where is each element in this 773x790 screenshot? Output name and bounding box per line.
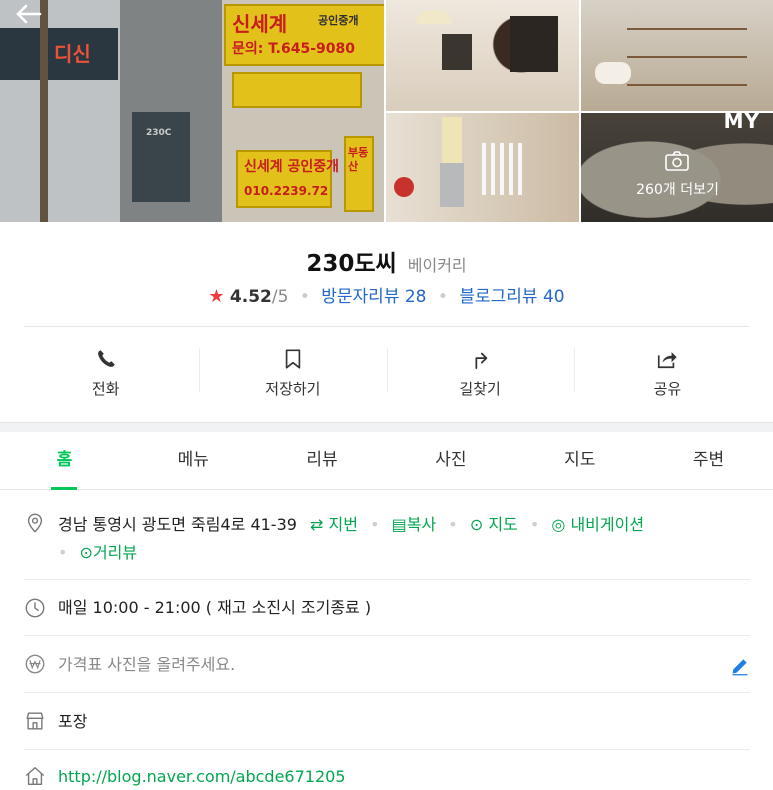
address-text: 경남 통영시 광도면 죽림4로 41-39 bbox=[58, 515, 297, 534]
divider bbox=[24, 326, 749, 327]
rating-max: /5 bbox=[271, 287, 289, 307]
navigation-link[interactable]: ◎ 내비게이션 bbox=[551, 515, 644, 534]
wall-frame bbox=[442, 34, 472, 70]
hours-row[interactable]: 매일 10:00 - 21:00 ( 재고 소진시 조기종료 ) bbox=[24, 580, 750, 636]
hanging-utensils bbox=[482, 143, 522, 195]
storefront-photo[interactable]: 디신 230C 신세계 공인중개 문의: T.645-9080 신세계 공인중개… bbox=[0, 0, 384, 222]
back-arrow-icon[interactable] bbox=[14, 2, 44, 26]
map-pin-icon: ⊙ bbox=[469, 515, 484, 534]
copy-label: 복사 bbox=[406, 515, 437, 534]
address-row: 경남 통영시 광도면 죽림4로 41-39 ⇄ 지번 • ▤복사 • ⊙ 지도 … bbox=[24, 491, 750, 580]
call-label: 전화 bbox=[91, 379, 120, 398]
photo-gallery[interactable]: 디신 230C 신세계 공인중개 문의: T.645-9080 신세계 공인중개… bbox=[0, 0, 773, 224]
shelf bbox=[627, 56, 747, 58]
action-bar: 전화 저장하기 길찾기 공유 bbox=[12, 340, 761, 406]
save-button[interactable]: 저장하기 bbox=[199, 340, 386, 406]
hours-text: 매일 10:00 - 21:00 ( 재고 소진시 조기종료 ) bbox=[58, 598, 372, 617]
phone-icon bbox=[97, 349, 115, 367]
home-icon bbox=[25, 767, 45, 785]
service-row: 포장 bbox=[24, 693, 750, 750]
location-pin-icon bbox=[27, 513, 43, 533]
rating-row: ★ 4.52/5 • 방문자리뷰 28 • 블로그리뷰 40 bbox=[0, 282, 773, 307]
edit-pencil-icon[interactable] bbox=[730, 656, 750, 676]
tab-photos[interactable]: 사진 bbox=[386, 432, 515, 489]
more-photos-label[interactable]: 260개 더보기 bbox=[581, 179, 773, 199]
visitor-reviews-link[interactable]: 방문자리뷰 28 bbox=[321, 287, 426, 307]
camera-icon bbox=[665, 151, 689, 171]
lot-number-label: 지번 bbox=[328, 515, 358, 534]
share-label: 공유 bbox=[653, 379, 682, 398]
shelf bbox=[627, 84, 747, 86]
bread bbox=[595, 62, 631, 84]
utensil-holder bbox=[440, 163, 464, 207]
photo-thumb-interior[interactable] bbox=[386, 0, 579, 111]
flower bbox=[394, 177, 414, 197]
swap-icon: ⇄ bbox=[310, 515, 324, 534]
separator-dot: • bbox=[437, 287, 448, 307]
price-row[interactable]: 가격표 사진을 올려주세요. bbox=[24, 636, 750, 693]
call-button[interactable]: 전화 bbox=[12, 340, 199, 406]
photo-shade bbox=[0, 0, 384, 222]
my-button[interactable]: MY bbox=[724, 113, 760, 133]
save-label: 저장하기 bbox=[265, 379, 321, 398]
clock-icon bbox=[25, 598, 45, 618]
wall-frame-large bbox=[510, 16, 558, 72]
street-view-link[interactable]: ⊙거리뷰 bbox=[80, 543, 138, 562]
won-currency-icon bbox=[25, 654, 45, 674]
homepage-link[interactable]: http://blog.naver.com/abcde671205 bbox=[58, 750, 750, 790]
lot-number-link[interactable]: ⇄ 지번 bbox=[310, 515, 358, 534]
tab-reviews[interactable]: 리뷰 bbox=[258, 432, 387, 489]
directions-label: 길찾기 bbox=[459, 379, 501, 398]
place-category: 베이커리 bbox=[407, 256, 467, 275]
separator-dot: • bbox=[529, 515, 540, 534]
navigation-label: 내비게이션 bbox=[570, 515, 645, 534]
navigation-icon: ◎ bbox=[551, 515, 566, 534]
bookmark-icon bbox=[285, 348, 301, 369]
lamp bbox=[416, 10, 452, 24]
shelf bbox=[627, 28, 747, 30]
separator-dot: • bbox=[370, 515, 380, 534]
separator-dot: • bbox=[58, 543, 68, 562]
service-text: 포장 bbox=[58, 712, 88, 731]
directions-button[interactable]: 길찾기 bbox=[386, 340, 574, 406]
blog-reviews-link[interactable]: 블로그리뷰 40 bbox=[459, 287, 564, 307]
rating-score: 4.52 bbox=[229, 287, 272, 307]
place-name: 230도씨 bbox=[306, 251, 397, 277]
section-gap bbox=[0, 422, 773, 432]
tab-bar: 홈 메뉴 리뷰 사진 지도 주변 bbox=[0, 432, 773, 490]
price-placeholder: 가격표 사진을 올려주세요. bbox=[58, 655, 236, 674]
photo-thumb-utensils[interactable] bbox=[386, 113, 579, 224]
street-view-label: 거리뷰 bbox=[92, 543, 138, 562]
share-icon bbox=[658, 351, 677, 368]
separator-dot: • bbox=[299, 287, 310, 307]
place-info: 경남 통영시 광도면 죽림4로 41-39 ⇄ 지번 • ▤복사 • ⊙ 지도 … bbox=[24, 491, 750, 790]
photo-thumb-more[interactable]: 260개 더보기 MY bbox=[581, 113, 773, 224]
store-icon bbox=[26, 712, 44, 730]
tab-map[interactable]: 지도 bbox=[515, 432, 644, 489]
map-link[interactable]: ⊙ 지도 bbox=[470, 515, 518, 534]
separator-dot: • bbox=[448, 515, 458, 534]
directions-icon bbox=[475, 352, 488, 369]
tab-menu[interactable]: 메뉴 bbox=[129, 432, 258, 489]
tab-home[interactable]: 홈 bbox=[0, 432, 129, 489]
share-button[interactable]: 공유 bbox=[573, 340, 761, 406]
copy-link[interactable]: ▤복사 bbox=[392, 515, 437, 534]
homepage-row[interactable]: http://blog.naver.com/abcde671205 bbox=[24, 750, 750, 790]
street-view-icon: ⊙ bbox=[79, 543, 93, 562]
star-icon: ★ bbox=[208, 286, 225, 307]
tab-nearby[interactable]: 주변 bbox=[644, 432, 773, 489]
copy-icon: ▤ bbox=[391, 515, 407, 534]
photo-thumb-shelf[interactable] bbox=[581, 0, 773, 111]
map-label: 지도 bbox=[488, 515, 518, 534]
place-header: 230도씨 베이커리 ★ 4.52/5 • 방문자리뷰 28 • 블로그리뷰 4… bbox=[0, 222, 773, 422]
